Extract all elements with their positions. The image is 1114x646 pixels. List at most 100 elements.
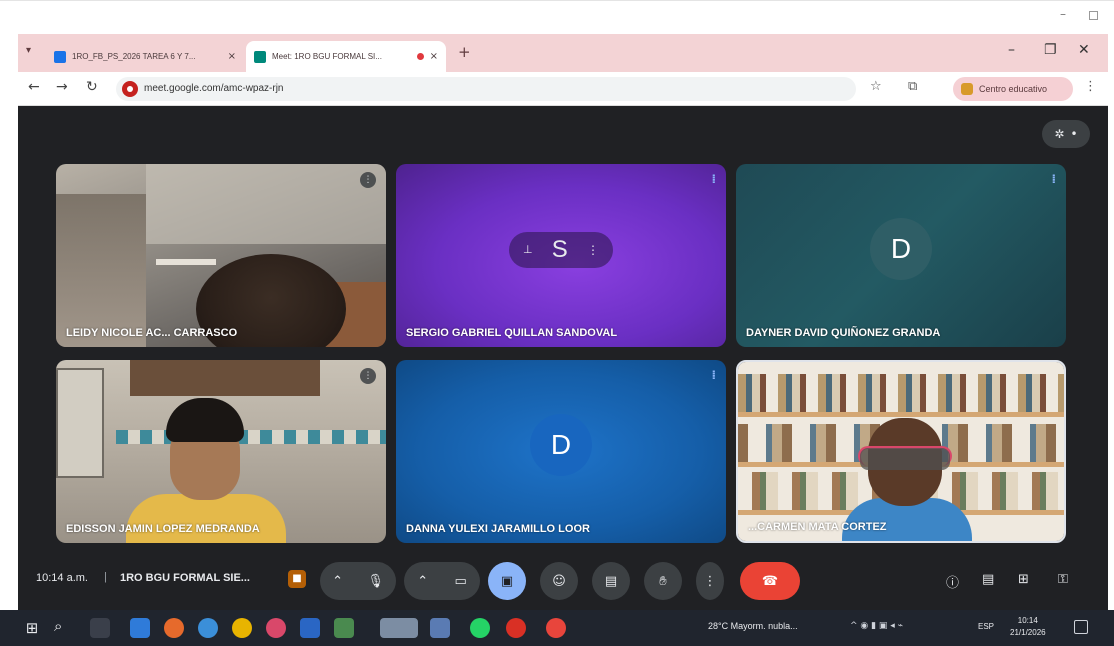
more-options-icon[interactable]: ⋮ — [360, 172, 376, 188]
meeting-title: 1RO BGU FORMAL SIE... — [120, 572, 250, 584]
participant-tile[interactable]: D ⁞ DAYNER DAVID QUIÑONEZ GRANDA — [736, 164, 1066, 347]
active-app-icon[interactable] — [380, 618, 418, 638]
notifications-icon[interactable] — [1074, 620, 1088, 634]
edge-icon[interactable] — [198, 618, 218, 638]
captions-icon: ▣ — [500, 573, 514, 589]
taskbar-clock[interactable]: 10:14 21/1/2026 — [1010, 615, 1046, 639]
tab-search-icon[interactable]: ▾ — [26, 45, 31, 56]
participant-tile[interactable]: ⋮ LEIDY NICOLE AC... CARRASCO — [56, 164, 386, 347]
restore-icon[interactable]: ❐ — [1044, 42, 1057, 58]
host-controls-icon[interactable]: ⚿ — [1058, 572, 1068, 587]
search-icon[interactable]: ⌕ — [54, 617, 62, 635]
tab-bar: ▾ 1RO_FB_PS_2026 TAREA 6 Y 7... × Meet: … — [18, 34, 1108, 72]
outer-maximize-icon[interactable] — [1089, 11, 1098, 20]
participant-avatar: S — [551, 235, 568, 263]
dots-icon: • — [1070, 127, 1078, 141]
tab-close-icon[interactable]: × — [430, 51, 438, 62]
profile-label: Centro educativo — [979, 84, 1048, 94]
participant-name: LEIDY NICOLE AC... CARRASCO — [66, 327, 238, 339]
app-icon[interactable] — [506, 618, 526, 638]
chevron-up-icon[interactable]: ⌃ — [417, 574, 428, 589]
site-info-icon[interactable] — [122, 81, 138, 97]
forward-icon[interactable]: → — [56, 79, 68, 95]
present-button[interactable]: ▤ — [592, 562, 630, 600]
participant-tile[interactable]: ⊥ S ⋮ ⁞ SERGIO GABRIEL QUILLAN SANDOVAL — [396, 164, 726, 347]
browser-menu-icon[interactable]: ⋮ — [1084, 79, 1097, 94]
meeting-time: 10:14 a.m. — [36, 572, 88, 584]
close-window-icon[interactable]: ✕ — [1078, 42, 1090, 58]
info-icon[interactable]: ⓘ — [946, 572, 959, 591]
separator: | — [104, 571, 107, 583]
emoji-button[interactable]: ☺ — [540, 562, 578, 600]
participant-name: EDISSON JAMIN LOPEZ MEDRANDA — [66, 523, 260, 535]
leave-call-button[interactable]: ☎︎ — [740, 562, 800, 600]
app-icon[interactable] — [430, 618, 450, 638]
clock-date: 21/1/2026 — [1010, 628, 1046, 637]
language-indicator[interactable]: ESP — [978, 622, 994, 631]
sheets-favicon-icon — [54, 50, 66, 63]
extensions-icon[interactable]: ⧉ — [908, 79, 917, 94]
participant-tile[interactable]: D ⁞ DANNA YULEXI JARAMILLO LOOR — [396, 360, 726, 543]
tab-meet[interactable]: Meet: 1RO BGU FORMAL SI... × — [246, 41, 446, 72]
app-icon[interactable] — [546, 618, 566, 638]
more-options-button[interactable]: ⋮ — [696, 562, 724, 600]
tab-tarea[interactable]: 1RO_FB_PS_2026 TAREA 6 Y 7... × — [46, 41, 244, 72]
present-icon: ▤ — [604, 573, 618, 589]
raise-hand-button[interactable]: ✋︎ — [644, 562, 682, 600]
sparkle-icon: ✲ — [1054, 127, 1065, 141]
back-icon[interactable]: ← — [28, 79, 40, 95]
raise-hand-icon: ✋︎ — [659, 573, 667, 589]
clock-time: 10:14 — [1017, 616, 1038, 625]
audio-level-icon: ⁞ — [711, 172, 716, 186]
profile-button[interactable]: Centro educativo — [953, 77, 1073, 101]
app-icon[interactable] — [266, 618, 286, 638]
recording-indicator-icon — [416, 53, 424, 60]
bookmark-star-icon[interactable]: ☆ — [870, 79, 882, 94]
camera-icon[interactable]: ▭ — [454, 574, 466, 589]
outer-window-bar: – — [0, 0, 1114, 34]
system-tray-icons[interactable]: ^ ◉ ▮ ▣ ◂ ⌁ — [850, 621, 903, 631]
pin-icon[interactable]: ⊥ — [523, 243, 533, 256]
url-text: meet.google.com/amc-wpaz-rjn — [144, 83, 284, 94]
participant-avatar: D — [870, 217, 932, 280]
hang-up-icon: ☎︎ — [761, 573, 779, 589]
audio-level-icon: ⁞ — [711, 368, 716, 382]
mic-icon[interactable]: 🎙︎ — [367, 574, 384, 589]
minimize-icon[interactable]: – — [1008, 42, 1015, 58]
activities-icon[interactable]: ⊞ — [1018, 572, 1029, 587]
address-bar[interactable]: meet.google.com/amc-wpaz-rjn — [116, 77, 856, 101]
new-tab-button[interactable]: + — [458, 43, 471, 61]
camera-control[interactable]: ⌃ ▭ — [404, 562, 480, 600]
participant-name: SERGIO GABRIEL QUILLAN SANDOVAL — [406, 327, 618, 339]
firefox-icon[interactable] — [164, 618, 184, 638]
whatsapp-icon[interactable] — [470, 618, 490, 638]
emoji-icon: ☺ — [552, 573, 566, 589]
participant-tile[interactable]: ...CARMEN MATA CORTEZ — [736, 360, 1066, 543]
participant-name: DANNA YULEXI JARAMILLO LOOR — [406, 523, 590, 535]
browser-window: ▾ 1RO_FB_PS_2026 TAREA 6 Y 7... × Meet: … — [18, 34, 1108, 610]
chat-icon[interactable]: ▤ — [982, 572, 994, 587]
chrome-icon[interactable] — [232, 618, 252, 638]
participant-name: DAYNER DAVID QUIÑONEZ GRANDA — [746, 327, 941, 339]
windows-start-icon[interactable]: ⊞ — [22, 618, 42, 638]
meet-favicon-icon — [254, 50, 266, 63]
outer-minimize-icon[interactable]: – — [1060, 7, 1066, 21]
captions-button[interactable]: ▣ — [488, 562, 526, 600]
app-icon[interactable] — [300, 618, 320, 638]
more-options-icon[interactable]: ⋮ — [587, 243, 599, 257]
mic-control[interactable]: ⌃ 🎙︎ — [320, 562, 396, 600]
participant-tile[interactable]: ⋮ EDISSON JAMIN LOPEZ MEDRANDA — [56, 360, 386, 543]
participant-name: ...CARMEN MATA CORTEZ — [748, 521, 887, 533]
app-icon[interactable] — [334, 618, 354, 638]
meet-stage: ✲ • ⋮ LEIDY NICOLE AC... CARRASCO ⊥ S ⋮ … — [18, 106, 1108, 610]
visual-effects-button[interactable]: ✲ • — [1042, 120, 1090, 148]
app-icon[interactable] — [130, 618, 150, 638]
profile-avatar-icon — [961, 83, 973, 95]
reload-icon[interactable]: ↻ — [86, 79, 98, 95]
more-options-icon[interactable]: ⋮ — [360, 368, 376, 384]
chevron-up-icon[interactable]: ⌃ — [332, 574, 343, 589]
host-badge-icon: ■ — [288, 570, 306, 588]
task-view-icon[interactable] — [90, 618, 110, 638]
tab-close-icon[interactable]: × — [228, 51, 236, 62]
weather-widget[interactable]: 28°C Mayorm. nubla... — [708, 621, 798, 631]
